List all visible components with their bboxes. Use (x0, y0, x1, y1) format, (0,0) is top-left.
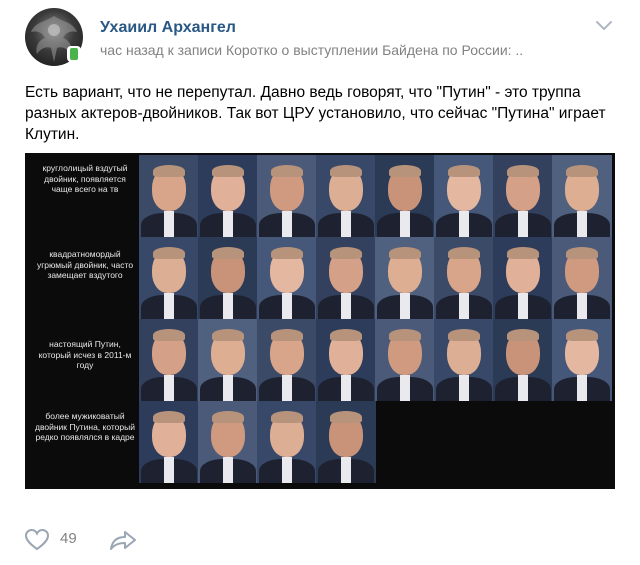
parent-post-link[interactable]: Коротко о выступлении Байдена по России: (226, 42, 512, 58)
portrait-thumbnail (375, 155, 435, 237)
portrait-thumbnail (434, 319, 494, 401)
portrait-thumbnail (316, 319, 376, 401)
portrait-thumbnail (552, 237, 612, 319)
heart-icon[interactable] (24, 528, 50, 552)
row-label-3: настоящий Путин, который исчез в 2011-м … (38, 339, 132, 370)
post-time[interactable]: час назад (100, 42, 164, 58)
wall-post: Ухаиил Архангел час назад к записи Корот… (0, 0, 640, 565)
portrait-thumbnail (316, 155, 376, 237)
portrait-thumbnail (198, 155, 258, 237)
portrait-thumbnail (198, 237, 258, 319)
post-image[interactable]: круглолицый вздутый двойник, появляется … (25, 153, 615, 489)
chevron-down-icon[interactable] (595, 20, 613, 32)
portrait-thumbnail (316, 237, 376, 319)
post-text: Есть вариант, что не перепутал. Давно ве… (25, 84, 606, 143)
portrait-thumbnail (493, 237, 553, 319)
share-arrow-icon[interactable] (108, 529, 138, 551)
post-meta: час назад к записи Коротко о выступлении… (100, 42, 523, 58)
row-label-2: квадратномордый угрюмый двойник, часто з… (36, 249, 134, 280)
portrait-thumbnail (198, 319, 258, 401)
portrait-thumbnail (198, 401, 258, 483)
portrait-thumbnail (375, 237, 435, 319)
reply-prefix: к записи (167, 42, 223, 58)
portrait-thumbnail (493, 319, 553, 401)
portrait-thumbnail (257, 155, 317, 237)
portrait-thumbnail (139, 155, 199, 237)
portrait-thumbnail (139, 319, 199, 401)
portrait-thumbnail (493, 155, 553, 237)
portrait-thumbnail (552, 155, 612, 237)
author-name[interactable]: Ухаиил Архангел (100, 19, 236, 37)
portrait-thumbnail (434, 237, 494, 319)
portrait-thumbnail (139, 237, 199, 319)
portrait-thumbnail (316, 401, 376, 483)
portrait-thumbnail (257, 237, 317, 319)
portrait-thumbnail (257, 319, 317, 401)
portrait-thumbnail (375, 319, 435, 401)
like-count: 49 (60, 530, 77, 547)
portrait-thumbnail (552, 319, 612, 401)
row-label-4: более мужиковатый двойник Путина, которы… (35, 411, 135, 442)
mobile-online-icon (67, 46, 81, 62)
meta-ellipsis: .. (515, 42, 524, 58)
row-label-1: круглолицый вздутый двойник, появляется … (42, 163, 128, 194)
portrait-thumbnail (257, 401, 317, 483)
portrait-thumbnail (139, 401, 199, 483)
portrait-thumbnail (434, 155, 494, 237)
